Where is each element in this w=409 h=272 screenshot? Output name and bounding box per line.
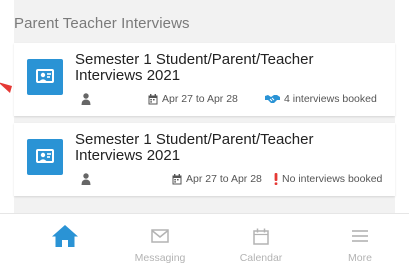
booking-status: 4 interviews booked (265, 92, 377, 106)
calendar-icon (148, 93, 158, 105)
exclamation-icon (274, 173, 278, 185)
person-icon (81, 172, 91, 186)
presentation-icon (27, 139, 63, 175)
calendar-icon (172, 173, 182, 185)
presentation-icon (27, 59, 63, 95)
person-icon (81, 92, 91, 106)
bottom-tab-bar: Messaging Calendar More (0, 213, 409, 272)
interview-title: Semester 1 Student/Parent/Teacher Interv… (75, 131, 314, 164)
interview-card[interactable]: Semester 1 Student/Parent/Teacher Interv… (14, 43, 395, 116)
booked-count: 4 interviews booked (284, 93, 377, 105)
booked-count: No interviews booked (282, 173, 383, 185)
tab-calendar[interactable]: Calendar (231, 214, 291, 272)
home-icon (51, 225, 79, 247)
interview-title: Semester 1 Student/Parent/Teacher Interv… (75, 51, 314, 84)
annotation-arrow-icon (0, 80, 14, 101)
tab-home[interactable] (45, 214, 85, 272)
interview-dates: Apr 27 to Apr 28 (172, 172, 262, 186)
tab-messaging[interactable]: Messaging (130, 214, 190, 272)
interview-card[interactable]: Semester 1 Student/Parent/Teacher Interv… (14, 123, 395, 196)
booking-status: No interviews booked (274, 172, 382, 186)
section-title: Parent Teacher Interviews (14, 15, 190, 32)
interview-dates: Apr 27 to Apr 28 (148, 92, 238, 106)
tab-label: More (348, 252, 372, 264)
tab-more[interactable]: More (335, 214, 385, 272)
tab-label: Calendar (239, 252, 283, 264)
tab-label: Messaging (134, 252, 186, 264)
date-range: Apr 27 to Apr 28 (186, 173, 262, 185)
calendar-icon (253, 225, 269, 247)
handshake-icon (265, 94, 280, 104)
date-range: Apr 27 to Apr 28 (162, 93, 238, 105)
menu-icon (352, 225, 368, 247)
envelope-icon (151, 225, 169, 247)
